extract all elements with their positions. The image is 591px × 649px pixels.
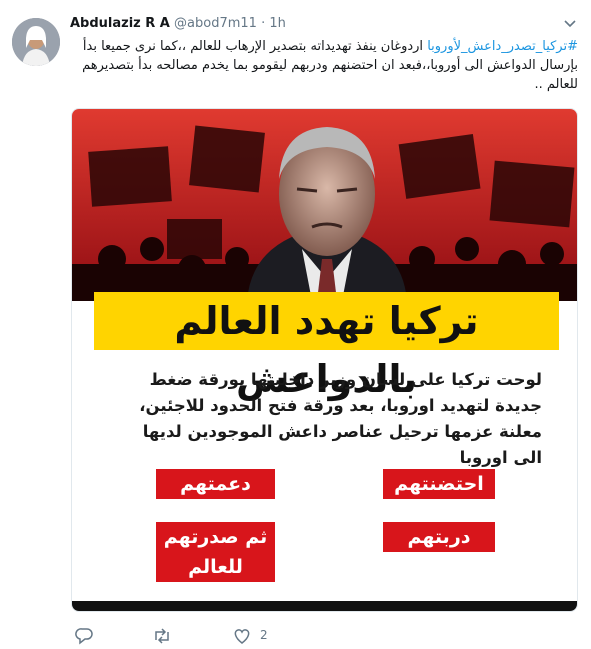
tweet[interactable]: Abdulaziz R A @abod7m11 · 1h #تركيا_تصدر… xyxy=(0,0,591,647)
retweet-icon[interactable] xyxy=(152,627,172,645)
card-headline: تركيا تهدد العالم بالدواعش xyxy=(174,299,479,401)
tweet-time[interactable]: 1h xyxy=(269,16,286,31)
like-icon[interactable] xyxy=(232,627,252,645)
tag-exported-line2: للعالم xyxy=(156,552,275,582)
tweet-text: #تركيا_تصدر_داعش_لأوروبا اردوغان ينفذ ته… xyxy=(70,37,578,94)
tweet-header: Abdulaziz R A @abod7m11 · 1h xyxy=(70,15,551,33)
reply-icon[interactable] xyxy=(74,627,94,645)
header-separator: · xyxy=(261,16,266,31)
card-bottom-strip xyxy=(72,601,577,611)
hero-image xyxy=(72,109,577,301)
avatar-photo xyxy=(12,18,60,66)
tag-supported: دعمتهم xyxy=(156,469,275,499)
tag-exported-line1: ثم صدرتهم xyxy=(156,522,275,552)
tag-embraced: احتضنتهم xyxy=(383,469,495,499)
chevron-down-icon[interactable] xyxy=(561,14,579,32)
tag-trained: دربتهم xyxy=(383,522,495,552)
avatar[interactable] xyxy=(12,18,60,66)
like-count: 2 xyxy=(260,628,268,642)
author-handle[interactable]: @abod7m11 xyxy=(174,16,257,31)
card-body-text: لوحت تركيا على لسان وزير داخليتها بورقة … xyxy=(139,370,542,467)
author-name[interactable]: Abdulaziz R A xyxy=(70,16,170,31)
hashtag-link[interactable]: #تركيا_تصدر_داعش_لأوروبا xyxy=(427,39,578,54)
media-card[interactable]: تركيا تهدد العالم بالدواعش لوحت تركيا عل… xyxy=(71,108,578,612)
